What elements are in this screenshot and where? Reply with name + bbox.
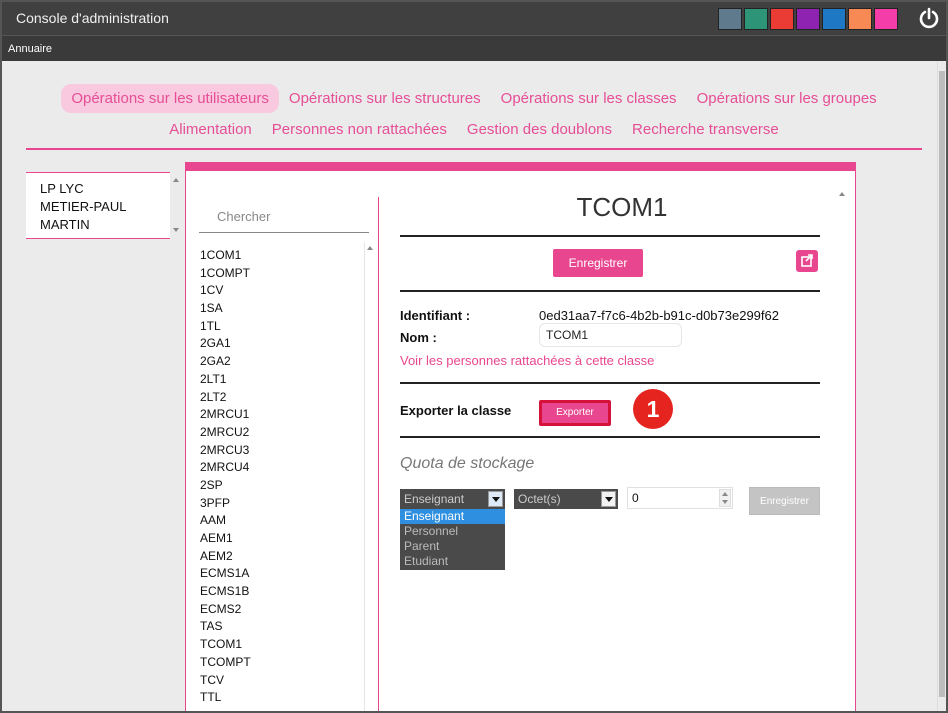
theme-swatch[interactable] (770, 8, 794, 30)
menu-bar: Annuaire (2, 35, 946, 61)
identifiant-value: 0ed31aa7-f7c6-4b2b-b91c-d0b73e299f62 (539, 308, 779, 323)
tab[interactable]: Opérations sur les groupes (687, 84, 887, 113)
panel-header-bar (186, 162, 855, 171)
attached-people-link[interactable]: Voir les personnes rattachées à cette cl… (400, 353, 654, 368)
tab[interactable]: Opérations sur les utilisateurs (61, 84, 279, 113)
class-list-item[interactable]: TAS (200, 618, 360, 636)
detail-scrollbar[interactable] (836, 186, 848, 711)
divider (400, 235, 820, 237)
class-list-item[interactable]: 1COMPT (200, 265, 360, 283)
dropdown-option[interactable]: Personnel (400, 524, 505, 539)
profile-select[interactable]: Enseignant (400, 489, 505, 509)
tabs-row-1: Opérations sur les utilisateurs Opération… (2, 84, 946, 113)
divider (400, 382, 820, 384)
save-button[interactable]: Enregistrer (553, 249, 643, 277)
theme-swatch[interactable] (848, 8, 872, 30)
scroll-up-icon[interactable] (173, 178, 179, 182)
profile-dropdown: Enseignant Personnel Parent Etudiant (400, 509, 505, 570)
class-title: TCOM1 (576, 192, 668, 222)
unit-select[interactable]: Octet(s) (514, 489, 618, 509)
export-label: Exporter la classe (400, 403, 512, 418)
tab[interactable]: Personnes non rattachées (262, 115, 457, 144)
class-list-item[interactable]: TCOMPT (200, 654, 360, 672)
theme-swatches (718, 8, 898, 30)
school-selector[interactable]: LP LYC METIER-PAUL MARTIN (26, 172, 170, 239)
step-badge: 1 (633, 389, 673, 429)
share-icon[interactable] (796, 250, 818, 272)
chevron-down-icon[interactable] (601, 491, 616, 507)
class-list-item[interactable]: TCV (200, 672, 360, 690)
class-list-item[interactable]: 2LT1 (200, 371, 360, 389)
theme-swatch[interactable] (822, 8, 846, 30)
class-list-item[interactable]: 2MRCU2 (200, 424, 360, 442)
class-list-item[interactable]: ECMS1A (200, 565, 360, 583)
class-list: 1COM1 1COMPT 1CV 1SA 1TL 2GA1 2GA2 2LT1 2LT2 2MRC… (200, 247, 360, 707)
quota-save-button[interactable]: Enregistrer (749, 487, 820, 515)
nom-input[interactable]: TCOM1 (539, 323, 682, 347)
class-list-scrollbar[interactable] (364, 242, 374, 711)
page-scrollbar[interactable] (937, 61, 946, 711)
tabs-divider (26, 148, 922, 150)
dropdown-option[interactable]: Enseignant (400, 509, 505, 524)
class-panel: Chercher 1COM1 1COMPT 1CV 1SA 1TL 2GA1 2GA2 2LT… (185, 162, 856, 711)
class-list-item[interactable]: 2SP (200, 477, 360, 495)
divider (400, 290, 820, 292)
class-search-input[interactable]: Chercher (199, 206, 369, 233)
class-list-item[interactable]: 2GA2 (200, 353, 360, 371)
dropdown-option[interactable]: Etudiant (400, 554, 505, 569)
export-button[interactable]: Exporter (539, 400, 611, 426)
class-list-item[interactable]: TCOM1 (200, 636, 360, 654)
class-list-item[interactable]: AEM1 (200, 530, 360, 548)
theme-swatch[interactable] (718, 8, 742, 30)
tab[interactable]: Opérations sur les classes (491, 84, 687, 113)
profile-select-value: Enseignant (404, 492, 465, 506)
app-title: Console d'administration (16, 10, 169, 26)
school-name-line: LP LYC (40, 181, 84, 196)
tab[interactable]: Gestion des doublons (457, 115, 622, 144)
quota-value: 0 (632, 491, 639, 505)
school-scrollbar[interactable] (170, 172, 182, 239)
divider (400, 436, 820, 438)
power-icon[interactable] (918, 7, 940, 29)
tab[interactable]: Recherche transverse (622, 115, 789, 144)
class-list-item[interactable]: 1CV (200, 282, 360, 300)
class-list-item[interactable]: 1SA (200, 300, 360, 318)
quota-input[interactable]: 0 (627, 487, 733, 509)
class-list-item[interactable]: AEM2 (200, 548, 360, 566)
nom-label: Nom : (400, 330, 437, 345)
class-list-item[interactable]: TTL (200, 689, 360, 707)
identifiant-label: Identifiant : (400, 308, 471, 323)
unit-select-value: Octet(s) (518, 492, 561, 506)
app-window: Console d'administration Annuaire Opérat… (0, 0, 948, 713)
chevron-down-icon[interactable] (488, 491, 503, 507)
tab[interactable]: Opérations sur les structures (279, 84, 491, 113)
scroll-down-icon[interactable] (173, 228, 179, 232)
scroll-up-icon[interactable] (839, 192, 845, 196)
theme-swatch[interactable] (744, 8, 768, 30)
class-list-item[interactable]: ECMS2 (200, 601, 360, 619)
theme-swatch[interactable] (796, 8, 820, 30)
column-divider (378, 197, 379, 711)
class-list-item[interactable]: 2LT2 (200, 389, 360, 407)
school-name-line: MARTIN (40, 217, 90, 232)
class-list-item[interactable]: AAM (200, 512, 360, 530)
tabs-row-2: Alimentation Personnes non rattachées Gest… (2, 115, 946, 144)
quota-title: Quota de stockage (400, 455, 535, 472)
class-list-item[interactable]: 2MRCU1 (200, 406, 360, 424)
class-list-item[interactable]: ECMS1B (200, 583, 360, 601)
tab[interactable]: Alimentation (159, 115, 262, 144)
dropdown-option[interactable]: Parent (400, 539, 505, 554)
quota-stepper[interactable] (718, 488, 732, 508)
theme-swatch[interactable] (874, 8, 898, 30)
scroll-up-icon[interactable] (367, 246, 373, 250)
menu-annuaire[interactable]: Annuaire (8, 43, 52, 55)
class-list-item[interactable]: 1COM1 (200, 247, 360, 265)
school-name-line: METIER-PAUL (40, 199, 127, 214)
class-list-item[interactable]: 1TL (200, 318, 360, 336)
class-list-item[interactable]: 2GA1 (200, 335, 360, 353)
top-bar: Console d'administration (2, 2, 946, 35)
class-list-item[interactable]: 2MRCU4 (200, 459, 360, 477)
class-list-item[interactable]: 2MRCU3 (200, 442, 360, 460)
class-list-item[interactable]: 3PFP (200, 495, 360, 513)
